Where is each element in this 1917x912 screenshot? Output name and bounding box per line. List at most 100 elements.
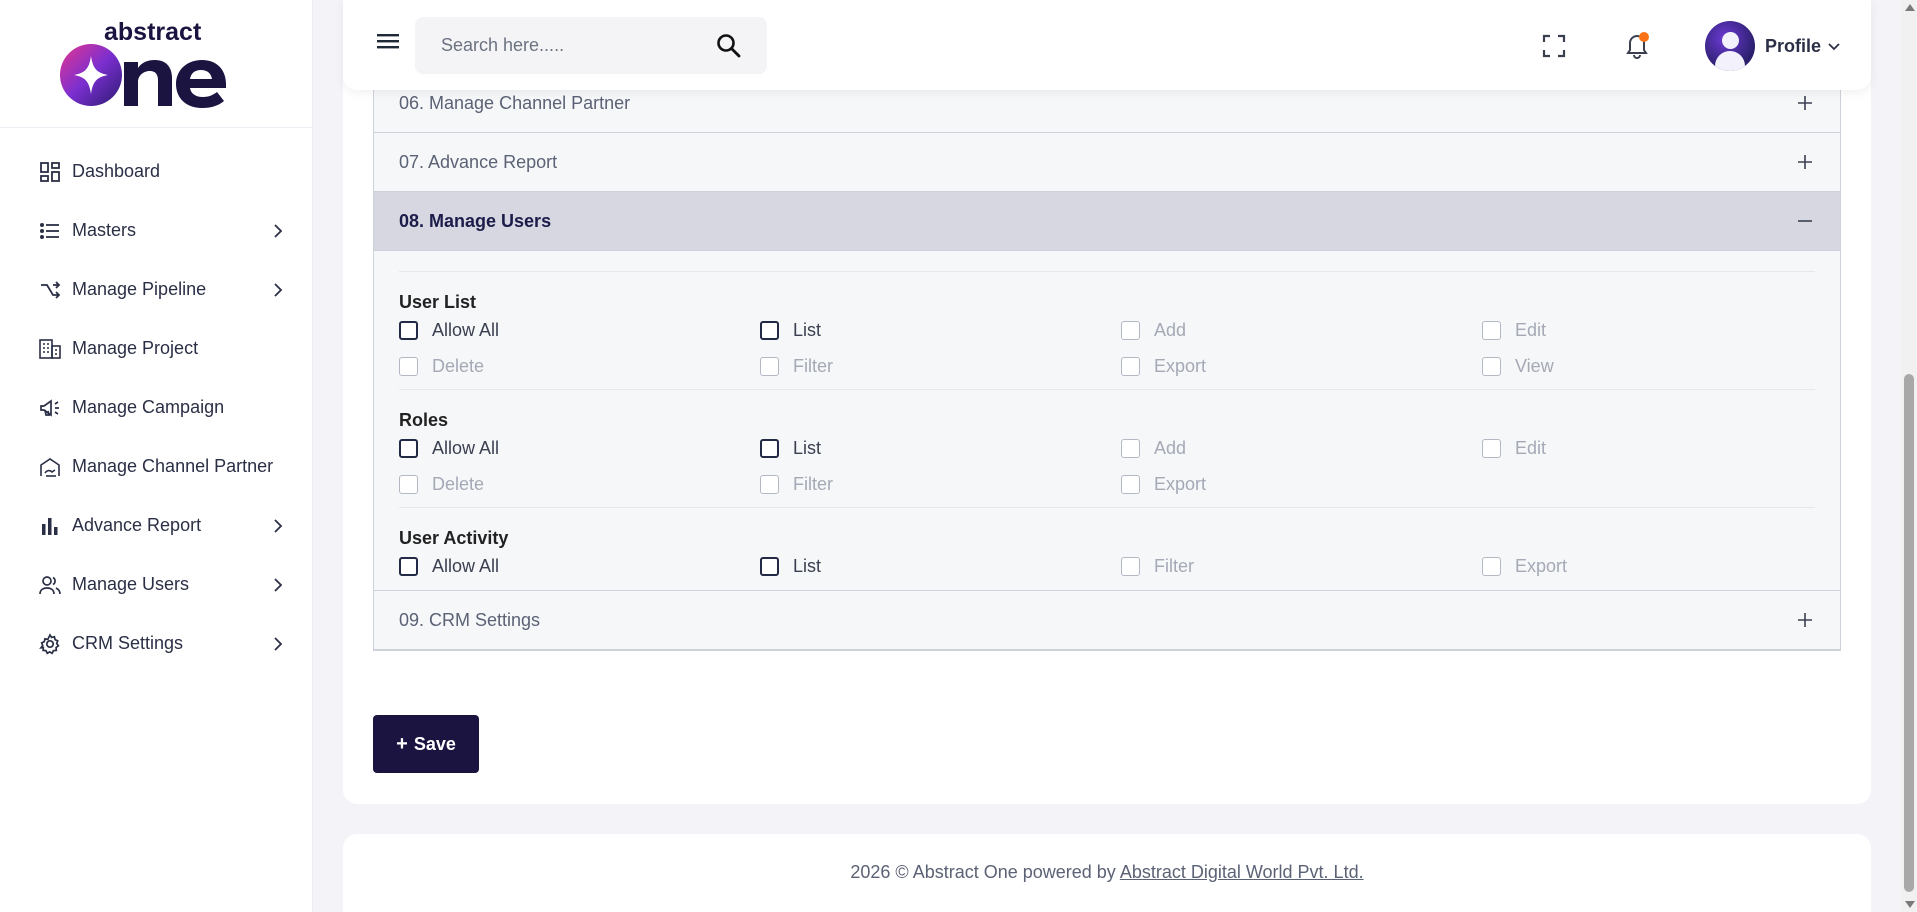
save-label: Save bbox=[413, 733, 456, 754]
permission-group-title: Roles bbox=[399, 410, 449, 430]
page-scrollbar[interactable] bbox=[1901, 0, 1917, 912]
checkbox-roles-export: Export bbox=[1121, 474, 1482, 494]
checkbox-box bbox=[1121, 438, 1140, 458]
checkbox-user-list-edit: Edit bbox=[1482, 320, 1843, 340]
chevron-right-icon bbox=[274, 223, 283, 238]
save-button[interactable]: + Save bbox=[373, 715, 479, 773]
checkbox-box[interactable] bbox=[399, 320, 418, 340]
accordion-title: 09. CRM Settings bbox=[399, 609, 541, 630]
avatar bbox=[1705, 21, 1755, 71]
accordion-header-08-manage-users[interactable]: 08. Manage Users bbox=[374, 192, 1840, 251]
checkbox-box bbox=[1482, 556, 1501, 576]
sidebar-item-manage-pipeline[interactable]: Manage Pipeline bbox=[0, 260, 312, 319]
checkbox-user-activity-list[interactable]: List bbox=[760, 556, 1121, 576]
checkbox-box bbox=[1121, 320, 1140, 340]
sidebar-nav: Dashboard Masters Manage Pipeline Manage Pr… bbox=[0, 128, 312, 673]
search-box bbox=[415, 17, 767, 74]
checkbox-box[interactable] bbox=[399, 438, 418, 458]
accordion-header-07-advance-report[interactable]: 07. Advance Report bbox=[374, 133, 1840, 192]
checkbox-user-activity-export: Export bbox=[1482, 556, 1843, 576]
top-header: Profile bbox=[343, 0, 1871, 90]
checkbox-box bbox=[760, 474, 779, 494]
fullscreen-icon[interactable] bbox=[1541, 33, 1567, 59]
chevron-down-icon bbox=[1828, 43, 1840, 51]
sidebar-item-label: Manage Pipeline bbox=[72, 279, 207, 299]
checkbox-label: Add bbox=[1154, 437, 1187, 458]
checkbox-user-activity-allow-all[interactable]: Allow All bbox=[399, 556, 760, 576]
sidebar-item-manage-project[interactable]: Manage Project bbox=[0, 319, 312, 378]
footer-text: 2026 © Abstract One powered by bbox=[850, 862, 1116, 882]
checkbox-box bbox=[1121, 474, 1140, 494]
plus-icon bbox=[1798, 96, 1812, 110]
checkbox-user-list-list[interactable]: List bbox=[760, 320, 1121, 340]
checkbox-label: Filter bbox=[793, 473, 833, 494]
svg-text:abstract: abstract bbox=[104, 18, 202, 46]
pipeline-icon bbox=[38, 278, 62, 302]
search-input[interactable] bbox=[415, 17, 705, 74]
checkbox-user-list-allow-all[interactable]: Allow All bbox=[399, 320, 760, 340]
dashboard-icon bbox=[38, 160, 62, 184]
sidebar-item-label: Manage Campaign bbox=[72, 397, 225, 417]
brand-logo[interactable]: abstract abstract bbox=[0, 0, 312, 128]
sidebar-item-label: Manage Channel Partner bbox=[72, 456, 274, 476]
handshake-icon bbox=[38, 455, 62, 479]
chevron-right-icon bbox=[274, 518, 283, 533]
checkbox-box bbox=[760, 356, 779, 376]
checkbox-box[interactable] bbox=[399, 556, 418, 576]
checkbox-box[interactable] bbox=[760, 438, 779, 458]
checkbox-label: Export bbox=[1154, 355, 1207, 376]
checkbox-roles-list[interactable]: List bbox=[760, 438, 1121, 458]
checkbox-box[interactable] bbox=[760, 556, 779, 576]
sidebar-item-label: Manage Project bbox=[72, 338, 199, 358]
checkbox-user-list-export: Export bbox=[1121, 356, 1482, 376]
search-icon[interactable] bbox=[715, 32, 743, 60]
checkbox-label: Add bbox=[1154, 319, 1187, 340]
checkbox-label: Export bbox=[1154, 473, 1207, 494]
accordion-title: 06. Manage Channel Partner bbox=[399, 92, 631, 113]
megaphone-icon bbox=[38, 396, 62, 420]
checkbox-label: View bbox=[1515, 355, 1554, 376]
checkbox-label: Filter bbox=[793, 355, 833, 376]
scroll-thumb[interactable] bbox=[1904, 374, 1914, 892]
gear-icon bbox=[38, 632, 62, 656]
checkbox-label: Delete bbox=[432, 355, 485, 376]
checkbox-box bbox=[1482, 438, 1501, 458]
menu-toggle-icon[interactable] bbox=[375, 30, 401, 52]
checkbox-label: Edit bbox=[1515, 437, 1547, 458]
sidebar-item-manage-campaign[interactable]: Manage Campaign bbox=[0, 378, 312, 437]
sidebar-item-crm-settings[interactable]: CRM Settings bbox=[0, 614, 312, 673]
checkbox-label: Allow All bbox=[432, 437, 500, 458]
scroll-down-arrow-icon[interactable] bbox=[1905, 901, 1915, 908]
footer-company-link[interactable]: Abstract Digital World Pvt. Ltd. bbox=[1120, 862, 1364, 882]
bar-chart-icon bbox=[38, 514, 62, 538]
list-icon bbox=[38, 219, 62, 243]
profile-menu[interactable]: Profile bbox=[1705, 21, 1841, 71]
permission-group-user-activity: User Activity Allow All List Filter Export bbox=[399, 528, 1815, 590]
checkbox-label: Allow All bbox=[432, 555, 500, 576]
checkbox-roles-delete: Delete bbox=[399, 474, 760, 494]
sidebar-item-label: Masters bbox=[72, 220, 137, 240]
checkbox-roles-allow-all[interactable]: Allow All bbox=[399, 438, 760, 458]
sidebar-item-label: Manage Users bbox=[72, 574, 190, 594]
sidebar-item-masters[interactable]: Masters bbox=[0, 201, 312, 260]
checkbox-box[interactable] bbox=[760, 320, 779, 340]
checkbox-label: Filter bbox=[1154, 555, 1194, 576]
permission-group-title: User Activity bbox=[399, 528, 509, 548]
sidebar-item-advance-report[interactable]: Advance Report bbox=[0, 496, 312, 555]
permissions-accordion: 06. Manage Channel Partner 07. Advance Re… bbox=[373, 73, 1841, 651]
checkbox-user-list-add: Add bbox=[1121, 320, 1482, 340]
checkbox-label: List bbox=[793, 555, 822, 576]
sidebar-item-manage-channel-partner[interactable]: Manage Channel Partner bbox=[0, 437, 312, 496]
sidebar: abstract abstract Dashboard Masters Manage… bbox=[0, 0, 313, 912]
notification-dot bbox=[1639, 32, 1649, 42]
checkbox-box bbox=[399, 474, 418, 494]
scroll-up-arrow-icon[interactable] bbox=[1905, 4, 1915, 11]
accordion-header-09-crm-settings[interactable]: 09. CRM Settings bbox=[374, 591, 1840, 650]
sidebar-item-dashboard[interactable]: Dashboard bbox=[0, 142, 312, 201]
profile-label: Profile bbox=[1765, 35, 1822, 56]
notification-bell-icon[interactable] bbox=[1623, 30, 1651, 60]
checkbox-roles-filter: Filter bbox=[760, 474, 1121, 494]
minus-icon bbox=[1798, 220, 1812, 222]
sidebar-item-manage-users[interactable]: Manage Users bbox=[0, 555, 312, 614]
plus-icon: + bbox=[396, 732, 408, 755]
